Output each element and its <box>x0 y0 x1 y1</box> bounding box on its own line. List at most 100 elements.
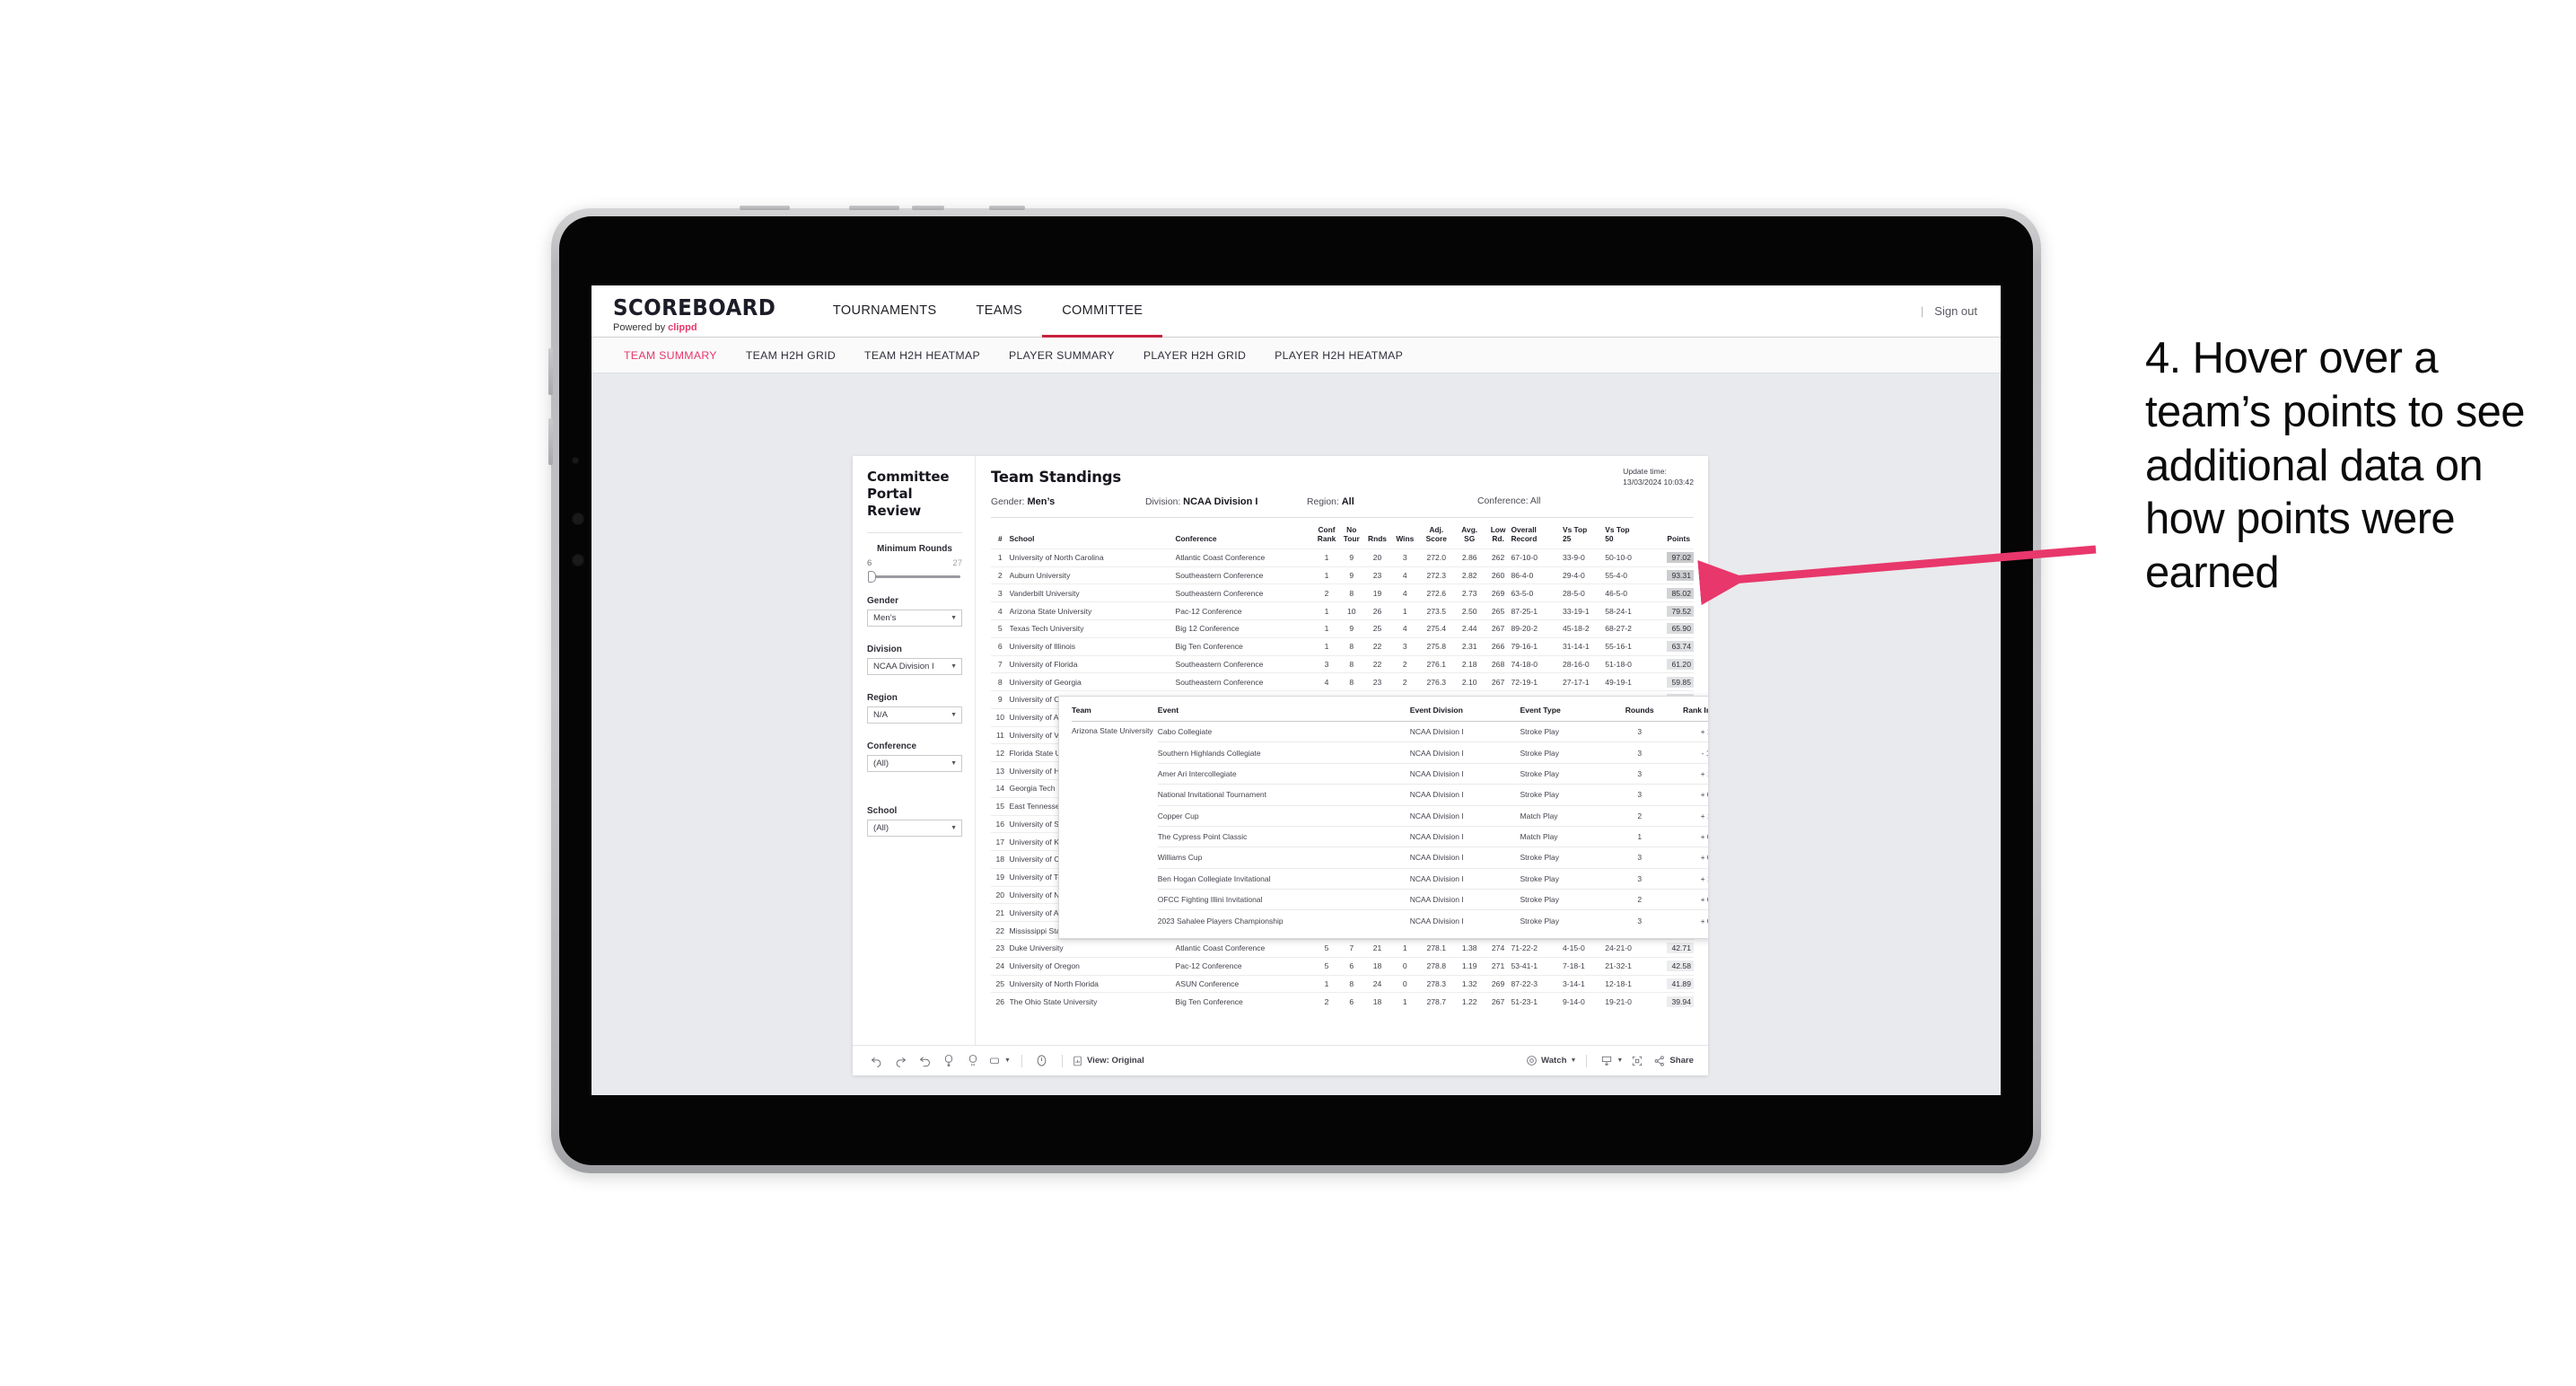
undo-icon[interactable] <box>865 1051 887 1071</box>
hardware-button-top-4[interactable] <box>989 206 1025 210</box>
table-row[interactable]: 7 University of Florida Southeastern Confe… <box>991 654 1694 673</box>
tab-player-h2h-grid[interactable]: PLAYER H2H GRID <box>1129 349 1260 362</box>
col-conf-rank[interactable]: Conf Rank <box>1314 518 1340 548</box>
standings-cell-points[interactable]: 42.58 <box>1652 956 1694 976</box>
standings-cell-points[interactable]: 42.71 <box>1652 939 1694 958</box>
nav-item-teams[interactable]: TEAMS <box>956 285 1042 338</box>
summary-gender-key: Gender: <box>991 497 1028 507</box>
standings-cell-points[interactable]: 41.89 <box>1652 974 1694 993</box>
table-row[interactable]: 23 Duke University Atlantic Coast Conferen… <box>991 939 1694 958</box>
refresh-icon[interactable] <box>938 1051 959 1071</box>
tooltip-cell-rank-impact: + 0 <box>1665 784 1708 805</box>
minimum-rounds-slider[interactable] <box>868 570 960 583</box>
col-avg-sg[interactable]: Avg. SG <box>1454 518 1485 548</box>
brand-logo[interactable]: SCOREBOARD Powered by clippd <box>591 285 813 337</box>
standings-cell-no-tour: 8 <box>1339 654 1364 673</box>
signout-link[interactable]: Sign out <box>1934 304 1977 318</box>
col-rnds[interactable]: Rnds <box>1363 518 1391 548</box>
tooltip-row: Southern Highlands Collegiate NCAA Divisi… <box>1072 741 1708 764</box>
col-adj-score[interactable]: Adj. Score <box>1419 518 1454 548</box>
col-overall-record[interactable]: Overall Record <box>1511 518 1563 548</box>
standings-cell-overall-record: 74-18-0 <box>1511 654 1563 673</box>
filter-region-select[interactable]: N/A ▼ <box>867 706 962 724</box>
chevron-down-icon: ▼ <box>951 824 957 831</box>
filter-gender-select[interactable]: Men’s ▼ <box>867 609 962 627</box>
standings-cell-school: University of Illinois <box>1009 636 1176 655</box>
device-layout-dropdown[interactable]: ▼ <box>986 1056 1012 1066</box>
standings-cell-wins: 4 <box>1390 618 1419 638</box>
summary-conference-value: All <box>1529 496 1541 506</box>
table-row[interactable]: 26 The Ohio State University Big Ten Confe… <box>991 992 1694 1011</box>
table-row[interactable]: 25 University of North Florida ASUN Confer… <box>991 974 1694 993</box>
view-original-button[interactable]: View: Original <box>1072 1055 1144 1067</box>
table-row[interactable]: 5 Texas Tech University Big 12 Conference 1… <box>991 618 1694 638</box>
col-school[interactable]: School <box>1010 518 1176 548</box>
col-conference[interactable]: Conference <box>1176 518 1314 548</box>
tooltip-cell-event-type: Stroke Play <box>1520 909 1614 931</box>
toolbar-divider-1 <box>1021 1054 1022 1067</box>
standings-cell-overall-record: 71-22-2 <box>1511 939 1563 958</box>
standings-cell-no-tour: 9 <box>1339 566 1364 584</box>
annotation-text: 4. Hover over a team’s points to see add… <box>2145 334 2526 598</box>
hardware-button-top-2[interactable] <box>849 206 899 210</box>
table-row[interactable]: 2 Auburn University Southeastern Conferenc… <box>991 566 1694 584</box>
tooltip-cell-event-type: Stroke Play <box>1520 847 1614 869</box>
standings-cell-conference: Big Ten Conference <box>1175 636 1314 655</box>
watch-button[interactable]: Watch ▼ <box>1526 1055 1576 1066</box>
filter-school-select[interactable]: (All) ▼ <box>867 819 962 837</box>
col-wins[interactable]: Wins <box>1391 518 1419 548</box>
points-value[interactable]: 42.58 <box>1667 961 1694 972</box>
standings-cell-avg-sg: 2.10 <box>1453 672 1485 691</box>
fullscreen-icon[interactable] <box>1626 1051 1648 1071</box>
tooltip-cell-event: 2023 Sahalee Players Championship <box>1157 909 1410 931</box>
redo-icon[interactable] <box>889 1051 911 1071</box>
table-row[interactable]: 8 University of Georgia Southeastern Confe… <box>991 672 1694 691</box>
download-button[interactable]: ▼ <box>1600 1055 1623 1067</box>
standings-cell-no-tour: 6 <box>1339 992 1364 1011</box>
nav-item-committee[interactable]: COMMITTEE <box>1042 285 1163 338</box>
tab-team-h2h-grid[interactable]: TEAM H2H GRID <box>732 349 850 362</box>
table-row[interactable]: 1 University of North Carolina Atlantic Co… <box>991 548 1694 567</box>
filter-gender-label: Gender <box>867 595 899 606</box>
nav-item-tournaments[interactable]: TOURNAMENTS <box>813 285 957 338</box>
points-value[interactable]: 41.89 <box>1667 978 1694 989</box>
pause-auto-update-icon[interactable] <box>1031 1051 1053 1071</box>
tab-player-h2h-heatmap[interactable]: PLAYER H2H HEATMAP <box>1260 349 1417 362</box>
tab-team-h2h-heatmap[interactable]: TEAM H2H HEATMAP <box>850 349 994 362</box>
hardware-button-top-1[interactable] <box>740 206 790 210</box>
tooltip-cell-rounds: 3 <box>1613 867 1666 890</box>
standings-cell-conference: Southeastern Conference <box>1175 583 1314 602</box>
pause-icon[interactable] <box>962 1051 984 1071</box>
col-no-tour[interactable]: No Tour <box>1339 518 1363 548</box>
standings-cell-wins: 3 <box>1390 636 1419 655</box>
points-value[interactable]: 42.71 <box>1667 943 1694 954</box>
chevron-down-icon: ▼ <box>1004 1057 1011 1064</box>
filter-conference-select[interactable]: (All) ▼ <box>867 754 962 772</box>
col-vs-top-50[interactable]: Vs Top 50 <box>1605 518 1652 548</box>
hardware-button-left-1[interactable] <box>548 348 553 395</box>
tab-team-summary[interactable]: TEAM SUMMARY <box>609 349 732 362</box>
col-rank[interactable]: # <box>991 518 1010 548</box>
col-vs-top-25[interactable]: Vs Top 25 <box>1563 518 1605 548</box>
table-row[interactable]: 6 University of Illinois Big Ten Conferenc… <box>991 636 1694 655</box>
points-value[interactable]: 39.94 <box>1667 996 1694 1007</box>
standings-cell-rank: 13 <box>991 761 1010 780</box>
table-row[interactable]: 3 Vanderbilt University Southeastern Confe… <box>991 583 1694 602</box>
slider-thumb[interactable] <box>868 570 876 583</box>
table-row[interactable]: 24 University of Oregon Pac-12 Conference 5… <box>991 956 1694 976</box>
standings-cell-school: The Ohio State University <box>1009 992 1176 1011</box>
hardware-button-left-2[interactable] <box>548 418 553 465</box>
tab-player-summary[interactable]: PLAYER SUMMARY <box>994 349 1129 362</box>
standings-cell-conference: Southeastern Conference <box>1175 654 1314 673</box>
share-button[interactable]: Share <box>1653 1055 1694 1067</box>
filter-division-select[interactable]: NCAA Division I ▼ <box>867 657 962 675</box>
tooltip-cell-rank-impact: + 0 <box>1665 888 1708 910</box>
table-row[interactable]: 4 Arizona State University Pac-12 Conferen… <box>991 601 1694 620</box>
standings-cell-points[interactable]: 39.94 <box>1652 992 1694 1011</box>
standings-cell-rank: 7 <box>991 654 1010 673</box>
tablet-device: SCOREBOARD Powered by clippd TOURNAMENTS… <box>548 206 2041 1173</box>
revert-icon[interactable] <box>914 1051 935 1071</box>
summary-division: Division: NCAA Division I <box>1145 496 1307 507</box>
hardware-button-top-3[interactable] <box>912 206 944 210</box>
col-low-rd[interactable]: Low Rd. <box>1485 518 1511 548</box>
